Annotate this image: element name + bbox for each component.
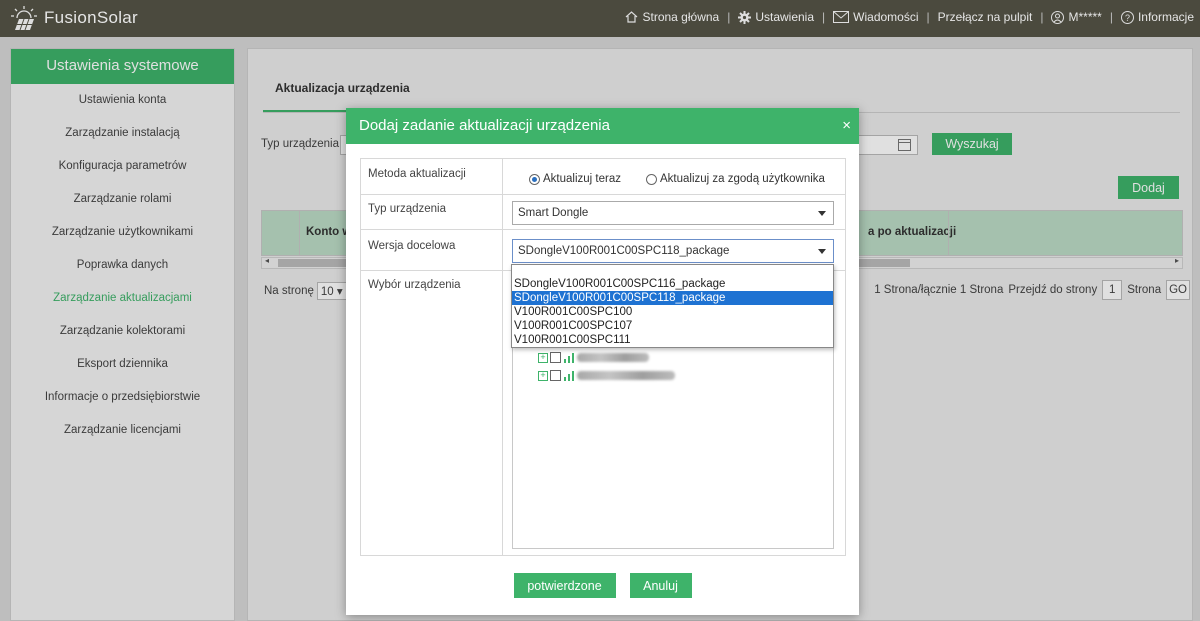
radio-upgrade-now-label: Aktualizuj teraz <box>543 173 621 185</box>
radio-upgrade-with-consent-label: Aktualizuj za zgodą użytkownika <box>660 173 825 185</box>
form-label-column <box>361 159 503 555</box>
dialog-footer: potwierdzone Anuluj <box>346 573 859 598</box>
nav-settings-label: Ustawienia <box>755 10 815 24</box>
mail-icon <box>833 11 850 23</box>
dialog-header: Dodaj zadanie aktualizacji urządzenia × <box>346 108 859 144</box>
device-type-value: Smart Dongle <box>518 207 589 219</box>
chevron-down-icon <box>818 249 826 254</box>
dropdown-option[interactable]: V100R001C00SPC107 <box>512 319 833 333</box>
chevron-down-icon <box>818 211 826 216</box>
dropdown-option[interactable]: V100R001C00SPC100 <box>512 305 833 319</box>
tree-node[interactable]: + <box>538 370 675 381</box>
radio-button[interactable] <box>529 173 540 185</box>
logo: FusionSolar <box>10 5 138 31</box>
top-nav: Strona główna | Ustawienia | Wiadomości … <box>625 10 1194 24</box>
nav-user-label: M***** <box>1068 10 1102 24</box>
redacted-device-name <box>577 371 675 380</box>
nav-info-label: Informacje <box>1137 10 1194 24</box>
nav-messages-label: Wiadomości <box>853 10 919 24</box>
nav-settings[interactable]: Ustawienia <box>738 10 814 24</box>
device-type-label: Typ urządzenia <box>368 203 446 215</box>
dialog-title: Dodaj zadanie aktualizacji urządzenia <box>359 117 610 134</box>
help-icon: ? <box>1120 10 1134 24</box>
nav-switch-dashboard[interactable]: Przełącz na pulpit <box>938 10 1033 24</box>
sun-logo-icon <box>10 5 38 31</box>
expand-icon[interactable]: + <box>538 370 548 381</box>
tree-checkbox[interactable] <box>550 370 561 381</box>
row-divider <box>361 194 845 195</box>
upgrade-form: Metoda aktualizacji Aktualizuj teraz Akt… <box>360 158 846 556</box>
expand-icon[interactable]: + <box>538 352 548 363</box>
dropdown-option[interactable]: SDongleV100R001C00SPC116_package <box>512 277 833 291</box>
target-version-dropdown: SDongleV100R001C00SPC116_package SDongle… <box>511 264 834 348</box>
nav-user[interactable]: M***** <box>1051 10 1102 24</box>
nav-divider: | <box>822 10 826 24</box>
dropdown-option[interactable]: V100R001C00SPC111 <box>512 333 833 347</box>
tree-node[interactable]: + <box>538 352 649 363</box>
nav-switch-label: Przełącz na pulpit <box>937 10 1033 24</box>
radio-upgrade-with-consent[interactable]: Aktualizuj za zgodą użytkownika <box>646 173 825 185</box>
add-upgrade-task-dialog: Dodaj zadanie aktualizacji urządzenia × … <box>346 108 859 615</box>
target-version-select[interactable]: SDongleV100R001C00SPC118_package <box>512 239 834 263</box>
radio-button[interactable] <box>646 173 657 185</box>
nav-info[interactable]: ? Informacje <box>1120 10 1194 24</box>
cancel-button[interactable]: Anuluj <box>629 573 692 598</box>
dropdown-option-selected[interactable]: SDongleV100R001C00SPC118_package <box>512 291 833 305</box>
method-label: Metoda aktualizacji <box>368 168 466 180</box>
nav-divider: | <box>1040 10 1044 24</box>
app-name: FusionSolar <box>44 8 139 27</box>
device-selection-label: Wybór urządzenia <box>368 279 461 291</box>
device-icon <box>563 370 575 381</box>
svg-text:?: ? <box>1125 12 1130 22</box>
tree-checkbox[interactable] <box>550 352 561 363</box>
close-icon[interactable]: × <box>842 108 851 144</box>
nav-home[interactable]: Strona główna <box>625 10 719 24</box>
home-icon <box>626 11 638 23</box>
nav-messages[interactable]: Wiadomości <box>833 10 919 24</box>
redacted-device-name <box>577 353 649 362</box>
gear-icon <box>738 10 752 24</box>
radio-upgrade-now[interactable]: Aktualizuj teraz <box>529 173 621 185</box>
row-divider <box>361 229 845 230</box>
nav-divider: | <box>1109 10 1113 24</box>
device-type-select[interactable]: Smart Dongle <box>512 201 834 225</box>
device-icon <box>563 352 575 363</box>
user-icon <box>1051 10 1065 24</box>
top-bar: FusionSolar Strona główna | Ustawienia |… <box>0 0 1200 37</box>
target-version-value: SDongleV100R001C00SPC118_package <box>518 245 730 257</box>
confirm-button[interactable]: potwierdzone <box>513 573 616 598</box>
nav-home-label: Strona główna <box>642 10 720 24</box>
target-version-label: Wersja docelowa <box>368 240 456 252</box>
nav-divider: | <box>727 10 731 24</box>
nav-divider: | <box>926 10 930 24</box>
